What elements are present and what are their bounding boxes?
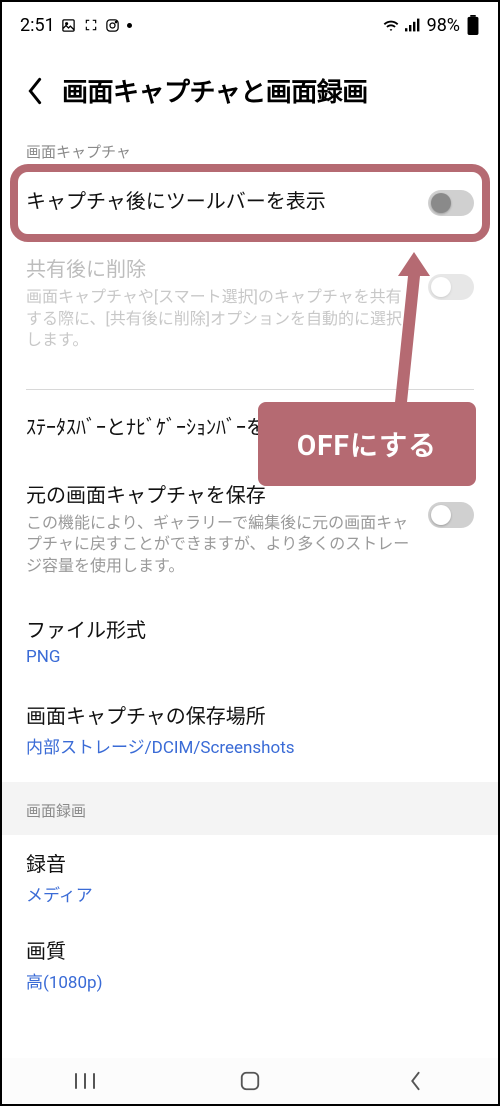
nav-recents-button[interactable]: [55, 1066, 115, 1096]
row-subtitle: 画面キャプチャや[スマート選択]のキャプチャを共有する際に、[共有後に削除]オプ…: [26, 286, 416, 351]
image-icon: [61, 17, 77, 33]
row-title: 画面キャプチャの保存場所: [26, 703, 474, 729]
fullscreen-icon: [83, 17, 99, 33]
row-title: 共有後に削除: [26, 256, 416, 282]
row-save-location[interactable]: 画面キャプチャの保存場所 内部ストレージ/DCIM/Screenshots: [2, 685, 498, 776]
page-title: 画面キャプチャと画面録画: [62, 72, 368, 109]
row-audio[interactable]: 録音 メディア: [2, 835, 498, 924]
toggle-delete-after-share[interactable]: [428, 274, 474, 300]
statusbar: 2:51 98%: [2, 2, 498, 44]
annotation-callout: OFFにする: [258, 402, 476, 486]
battery-icon: [466, 15, 480, 35]
annotation-arrow-icon: [370, 252, 430, 412]
row-toolbar-after-capture[interactable]: キャプチャ後にツールバーを表示: [2, 172, 498, 234]
row-value: メディア: [26, 881, 474, 906]
row-file-format[interactable]: ファイル形式 PNG: [2, 595, 498, 685]
row-value: 高(1080p): [26, 968, 474, 993]
more-indicator-icon: [127, 23, 132, 28]
row-title: 画質: [26, 938, 474, 964]
row-title: ファイル形式: [26, 617, 474, 643]
battery-percent: 98%: [427, 15, 460, 36]
row-title: キャプチャ後にツールバーを表示: [26, 188, 416, 214]
section-title-recording: 画面録画: [2, 782, 498, 835]
annotation-text: OFFにする: [258, 402, 476, 486]
back-button[interactable]: [22, 78, 48, 104]
status-time: 2:51: [20, 15, 55, 36]
toggle-toolbar[interactable]: [428, 190, 474, 216]
row-title: 録音: [26, 851, 474, 877]
signal-icon: [405, 17, 421, 33]
row-value: PNG: [26, 647, 474, 667]
page-header: 画面キャプチャと画面録画: [2, 44, 498, 135]
wifi-icon: [383, 17, 399, 33]
row-subtitle: この機能により、ギャラリーで編集後に元の画面キャプチャに戻すことができますが、よ…: [26, 512, 416, 577]
section-title-capture: 画面キャプチャ: [2, 135, 498, 172]
system-navbar: [2, 1058, 498, 1104]
toggle-save-original[interactable]: [428, 502, 474, 528]
row-quality[interactable]: 画質 高(1080p): [2, 924, 498, 1001]
instagram-icon: [105, 17, 121, 33]
row-value: 内部ストレージ/DCIM/Screenshots: [26, 733, 474, 758]
nav-back-button[interactable]: [385, 1066, 445, 1096]
nav-home-button[interactable]: [220, 1066, 280, 1096]
